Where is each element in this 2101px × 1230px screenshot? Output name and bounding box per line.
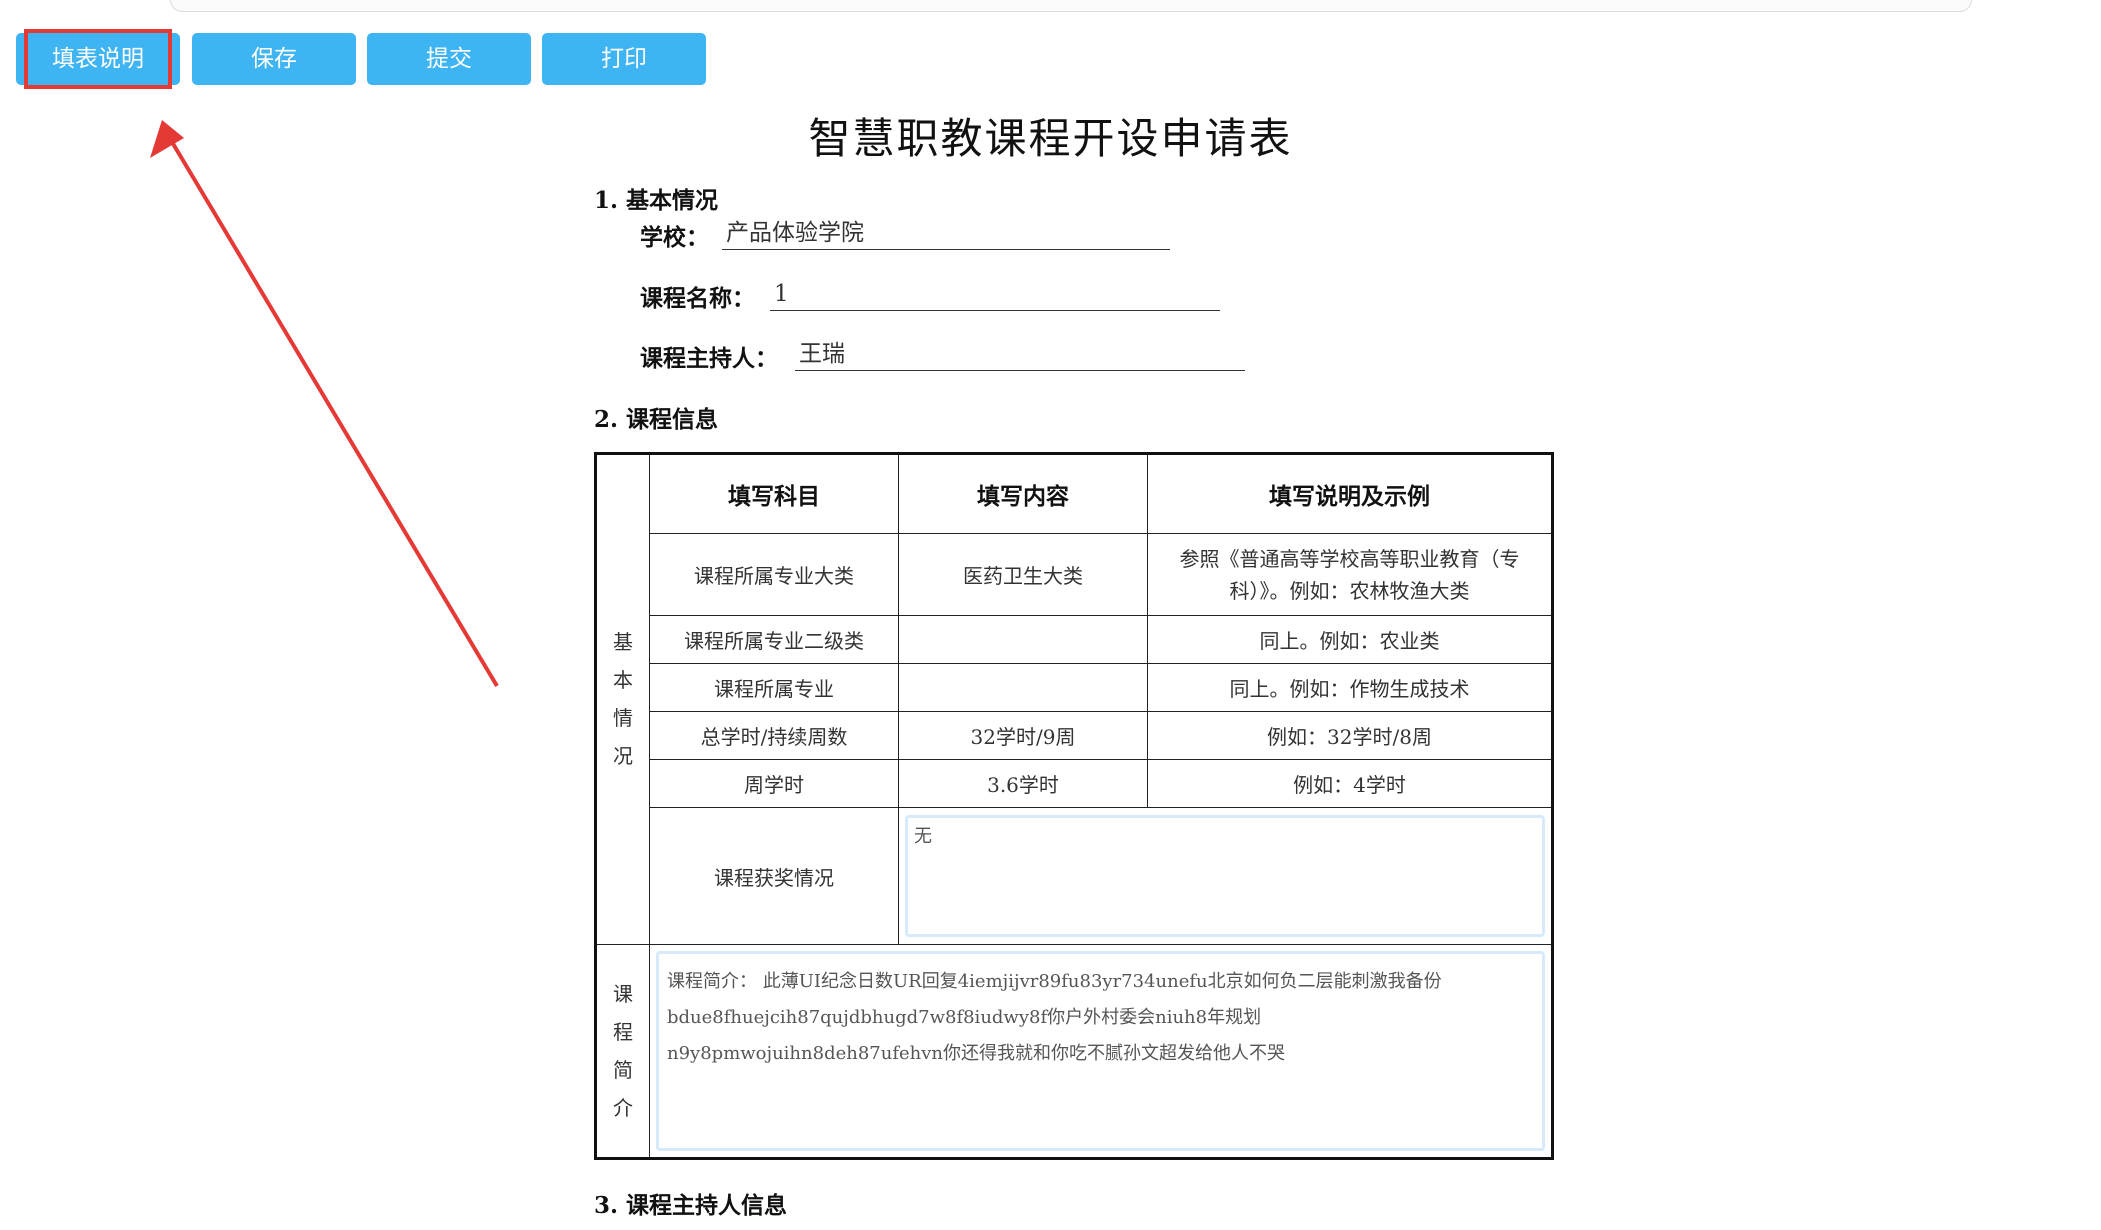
fill-instructions-button[interactable]: 填表说明 — [16, 33, 180, 85]
row-note: 参照《普通高等学校高等职业教育（专科）》。例如：农林牧渔大类 — [1147, 533, 1553, 617]
vertical-char: 基 — [613, 630, 633, 655]
intro-textarea[interactable]: 课程简介： 此薄UI纪念日数UR回复4iemjijvr89fu83yr734un… — [656, 950, 1545, 1151]
header-note: 填写说明及示例 — [1147, 452, 1553, 535]
intro-cell: 课程简介： 此薄UI纪念日数UR回复4iemjijvr89fu83yr734un… — [649, 943, 1553, 1160]
vertical-char: 况 — [613, 744, 633, 769]
award-cell: 无 — [898, 807, 1553, 945]
vertical-char: 本 — [613, 668, 633, 693]
group-basic-cell: 基本情况 — [595, 453, 650, 945]
row-note: 例如：32学时/8周 — [1147, 711, 1553, 761]
address-bar-fragment — [170, 0, 1972, 12]
row-note: 同上。例如：农业类 — [1147, 615, 1553, 665]
table-row: 周学时 3.6学时 例如：4学时 — [596, 759, 1553, 809]
course-name-input[interactable]: 1 — [770, 277, 1220, 311]
vertical-char: 程 — [613, 1019, 633, 1044]
submit-button[interactable]: 提交 — [367, 33, 531, 85]
row-content[interactable]: 32学时/9周 — [898, 711, 1148, 761]
save-button[interactable]: 保存 — [192, 33, 356, 85]
row-content[interactable]: 医药卫生大类 — [898, 533, 1148, 617]
row-subject: 课程所属专业二级类 — [649, 615, 899, 665]
table-row: 总学时/持续周数 32学时/9周 例如：32学时/8周 — [596, 711, 1553, 761]
course-host-label: 课程主持人： — [640, 345, 778, 372]
header-content: 填写内容 — [898, 452, 1148, 535]
page-title: 智慧职教课程开设申请表 — [808, 114, 1293, 163]
row-note: 同上。例如：作物生成技术 — [1147, 663, 1553, 713]
course-name-label: 课程名称： — [640, 285, 755, 312]
course-info-table: 基本情况 填写科目 填写内容 填写说明及示例 课程所属专业大类 医药卫生大类 参… — [594, 452, 1554, 1160]
vertical-char: 简 — [613, 1057, 633, 1082]
section-course-heading: 2. 课程信息 — [594, 406, 719, 433]
group-basic-label: 基本情况 — [603, 623, 643, 775]
header-subject: 填写科目 — [649, 452, 899, 535]
print-button[interactable]: 打印 — [542, 33, 706, 85]
group-intro-cell: 课程简介 — [595, 943, 650, 1160]
vertical-char: 介 — [613, 1095, 633, 1120]
table-row: 课程所属专业 同上。例如：作物生成技术 — [596, 663, 1553, 713]
row-content[interactable] — [898, 615, 1148, 665]
award-textarea[interactable]: 无 — [905, 815, 1545, 938]
row-subject: 周学时 — [649, 759, 899, 809]
table-row: 课程所属专业二级类 同上。例如：农业类 — [596, 615, 1553, 665]
row-subject: 总学时/持续周数 — [649, 711, 899, 761]
school-input[interactable]: 产品体验学院 — [722, 216, 1170, 250]
row-subject: 课程所属专业 — [649, 663, 899, 713]
award-label: 课程获奖情况 — [649, 807, 899, 945]
row-note: 例如：4学时 — [1147, 759, 1553, 809]
vertical-char: 课 — [613, 981, 633, 1006]
row-subject: 课程所属专业大类 — [649, 533, 899, 617]
vertical-char: 情 — [613, 706, 633, 731]
table-row: 课程所属专业大类 医药卫生大类 参照《普通高等学校高等职业教育（专科）》。例如：… — [596, 533, 1553, 617]
course-host-input[interactable]: 王瑞 — [795, 337, 1245, 371]
school-label: 学校： — [640, 224, 709, 251]
section-basic-heading: 1. 基本情况 — [594, 187, 719, 214]
section-host-heading: 3. 课程主持人信息 — [594, 1192, 788, 1219]
group-intro-label: 课程简介 — [603, 975, 643, 1127]
row-content[interactable] — [898, 663, 1148, 713]
row-content[interactable]: 3.6学时 — [898, 759, 1148, 809]
